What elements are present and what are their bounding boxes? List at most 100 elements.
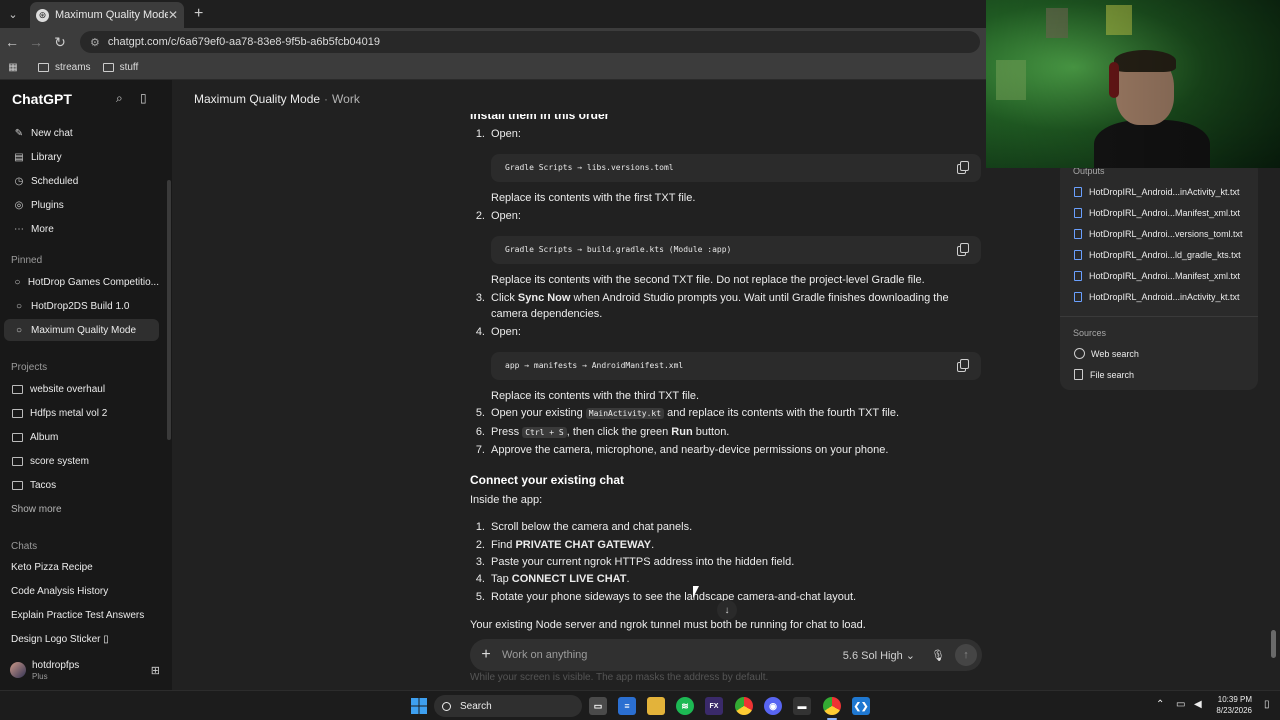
tab-search-chevron-icon[interactable]: ⌄ <box>2 3 24 25</box>
source-file-search[interactable]: File search <box>1074 369 1134 380</box>
tray-chevron-icon[interactable]: ⌃ <box>1156 699 1164 710</box>
output-file[interactable]: HotDropIRL_Android...inActivity_kt.txt <box>1074 292 1254 302</box>
project-item[interactable]: score system <box>4 450 159 472</box>
search-icon <box>442 701 451 711</box>
user-account-button[interactable]: hotdropfps Plus ⊞ <box>0 650 172 690</box>
chat-bubble-icon: ○ <box>15 324 23 336</box>
sidebar-item-scheduled[interactable]: ◷ Scheduled <box>4 170 159 192</box>
send-button[interactable]: ↑ <box>955 644 977 666</box>
output-file[interactable]: HotDropIRL_Androi...ld_gradle_kts.txt <box>1074 250 1254 260</box>
text-behind-composer: While your screen is visible. The app ma… <box>470 672 769 683</box>
pinned-item[interactable]: ○ HotDrop Games Competitio... <box>4 271 159 293</box>
new-tab-icon[interactable]: + <box>194 5 203 23</box>
step-note: Replace its contents with the third TXT … <box>491 390 700 402</box>
vscode-icon[interactable]: ❮❯ <box>852 697 870 715</box>
pinned-label: Pinned <box>11 255 43 266</box>
copy-icon[interactable] <box>957 243 969 256</box>
gift-icon[interactable]: ⊞ <box>151 664 160 677</box>
user-plan: Plus <box>32 671 48 681</box>
address-bar[interactable]: ⚙ chatgpt.com/c/6a679ef0-aa78-83e8-9f5b-… <box>80 31 980 53</box>
closing-paragraph: Your existing Node server and ngrok tunn… <box>470 619 866 631</box>
project-item[interactable]: website overhaul <box>4 378 159 400</box>
main-scrollbar[interactable] <box>1271 630 1276 658</box>
file-explorer-icon[interactable] <box>647 697 665 715</box>
copy-icon[interactable] <box>957 161 969 174</box>
sidebar-scrollbar[interactable] <box>167 180 171 440</box>
chevron-down-icon: ⌄ <box>905 649 915 662</box>
step-5: 5. Open your existing MainActivity.kt and… <box>475 407 900 419</box>
app-brand[interactable]: ChatGPT <box>12 91 72 107</box>
file-icon <box>1074 229 1082 239</box>
model-selector[interactable]: 5.6 Sol High ⌄ <box>843 649 915 662</box>
pinned-item[interactable]: ○ HotDrop2DS Build 1.0 <box>4 295 159 317</box>
chrome-icon[interactable] <box>735 697 753 715</box>
sidebar-item-library[interactable]: ▤ Library <box>4 146 159 168</box>
bookmark-stuff[interactable]: stuff <box>102 62 138 73</box>
taskbar-clock[interactable]: 10:39 PM 8/23/2026 <box>1212 694 1252 716</box>
step-1: 1. Open: <box>475 128 521 140</box>
bookmark-streams[interactable]: streams <box>38 62 91 73</box>
microphone-icon[interactable]: 🎙 <box>929 649 947 662</box>
chrome-active-icon[interactable] <box>823 697 841 715</box>
sidebar-item-new-chat[interactable]: ✎ New chat <box>4 122 159 144</box>
close-tab-icon[interactable]: ✕ <box>168 8 178 22</box>
connect-step: 4. Tap CONNECT LIVE CHAT. <box>475 573 630 585</box>
step-7: 7. Approve the camera, microphone, and ne… <box>475 444 889 456</box>
spotify-icon[interactable]: ≋ <box>676 697 694 715</box>
output-file[interactable]: HotDropIRL_Androi...Manifest_xml.txt <box>1074 271 1254 281</box>
file-icon <box>1074 208 1082 218</box>
discord-icon[interactable]: ◉ <box>764 697 782 715</box>
copy-icon[interactable] <box>957 359 969 372</box>
chat-item[interactable]: Design Logo Sticker ▯ <box>4 628 159 650</box>
prompt-input[interactable] <box>502 649 843 661</box>
user-name: hotdropfps <box>32 659 80 671</box>
output-file[interactable]: HotDropIRL_Android...inActivity_kt.txt <box>1074 187 1254 197</box>
site-info-icon[interactable]: ⚙ <box>90 36 100 49</box>
inline-code: MainActivity.kt <box>585 408 665 419</box>
hudfx-icon[interactable]: FX <box>705 697 723 715</box>
chat-item[interactable]: Explain Practice Test Answers <box>4 604 159 626</box>
project-item[interactable]: Tacos <box>4 474 159 496</box>
sidebar-item-plugins[interactable]: ◎ Plugins <box>4 194 159 216</box>
sidebar-toggle-icon[interactable]: ▯ <box>140 91 147 105</box>
forward-icon[interactable]: → <box>24 34 48 50</box>
library-icon: ▤ <box>14 151 24 163</box>
network-icon[interactable]: ▭ <box>1176 699 1185 710</box>
browser-tab[interactable]: ⊛ Maximum Quality Mode ✕ <box>30 2 184 28</box>
edit-icon: ✎ <box>14 127 24 139</box>
output-file[interactable]: HotDropIRL_Androi...Manifest_xml.txt <box>1074 208 1254 218</box>
pinned-item-active[interactable]: ○ Maximum Quality Mode <box>4 319 159 341</box>
notification-icon[interactable]: ▯ <box>1264 699 1270 710</box>
step-note: Replace its contents with the second TXT… <box>491 274 925 286</box>
notes-app-icon[interactable]: ≡ <box>618 697 636 715</box>
divider <box>1060 316 1258 317</box>
folder-icon <box>38 63 49 72</box>
address-toolbar: ← → ↻ ⚙ chatgpt.com/c/6a679ef0-aa78-83e8… <box>0 28 986 56</box>
terminal-icon[interactable]: ▬ <box>793 697 811 715</box>
project-item[interactable]: Album <box>4 426 159 448</box>
conversation-title[interactable]: Maximum Quality Mode <box>194 92 320 106</box>
folder-icon <box>12 480 23 490</box>
sidebar-item-more[interactable]: ⋯ More <box>4 218 159 240</box>
back-icon[interactable]: ← <box>0 34 24 50</box>
windows-start-icon[interactable] <box>410 697 428 715</box>
volume-icon[interactable]: ◀ <box>1194 699 1202 710</box>
plugin-icon: ◎ <box>14 199 24 211</box>
show-more-button[interactable]: Show more <box>4 498 159 520</box>
output-file[interactable]: HotDropIRL_Androi...versions_toml.txt <box>1074 229 1254 239</box>
add-attachment-icon[interactable]: + <box>470 646 502 664</box>
task-view-icon[interactable]: ▭ <box>589 697 607 715</box>
section-heading: Connect your existing chat <box>470 473 625 487</box>
windows-taskbar: Search ▭ ≡ ≋ FX ◉ ▬ ❮❯ ⌃ ▭ ◀ 10:39 PM 8/2… <box>0 690 1280 720</box>
scroll-down-button[interactable]: ↓ <box>717 600 737 620</box>
search-icon[interactable]: ⌕ <box>116 91 123 106</box>
reload-icon[interactable]: ↻ <box>48 34 72 51</box>
source-web-search[interactable]: Web search <box>1074 348 1139 359</box>
intro-paragraph: Inside the app: <box>470 494 543 506</box>
taskbar-search[interactable]: Search <box>434 695 582 717</box>
project-item[interactable]: Hdfps metal vol 2 <box>4 402 159 424</box>
project-name[interactable]: Work <box>332 92 360 106</box>
chat-item[interactable]: Keto Pizza Recipe <box>4 556 159 578</box>
apps-grid-icon[interactable]: ▦ <box>0 62 26 73</box>
chat-item[interactable]: Code Analysis History <box>4 580 159 602</box>
